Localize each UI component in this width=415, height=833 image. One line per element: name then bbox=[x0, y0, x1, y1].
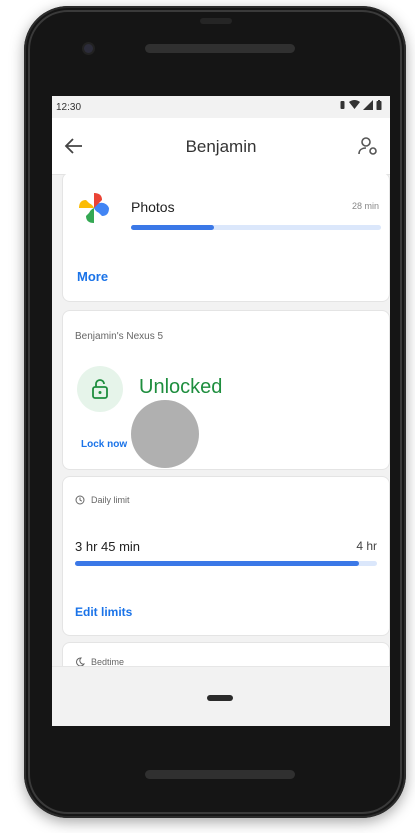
device-screen: 12:30 Benjamin Photos 28 min More Benjam… bbox=[52, 96, 390, 726]
clock-icon bbox=[75, 495, 85, 505]
manage-account-icon[interactable] bbox=[356, 134, 380, 158]
photos-app-icon bbox=[79, 193, 109, 223]
phone-top-notch bbox=[200, 18, 232, 24]
device-card: Benjamin's Nexus 5 Unlocked Lock now bbox=[62, 310, 390, 470]
vibrate-icon bbox=[340, 101, 345, 109]
lock-status-badge bbox=[77, 366, 123, 412]
app-usage-bar bbox=[131, 225, 381, 230]
wifi-icon bbox=[349, 100, 360, 109]
time-used: 3 hr 45 min bbox=[75, 539, 141, 554]
daily-limit-label: Daily limit bbox=[91, 495, 130, 505]
signal-icon bbox=[363, 100, 373, 110]
scroll-content[interactable]: Photos 28 min More Benjamin's Nexus 5 Un… bbox=[52, 174, 390, 666]
navigation-bar bbox=[52, 666, 390, 726]
moon-icon bbox=[76, 657, 85, 666]
status-icons bbox=[339, 100, 382, 110]
front-camera bbox=[84, 44, 93, 53]
bottom-speaker bbox=[145, 770, 295, 779]
app-time-used: 28 min bbox=[351, 201, 379, 211]
status-bar: 12:30 bbox=[52, 96, 390, 118]
earpiece-speaker bbox=[145, 44, 295, 53]
bedtime-label: Bedtime bbox=[91, 657, 125, 666]
lock-status-text: Unlocked bbox=[139, 376, 223, 398]
status-time: 12:30 bbox=[56, 102, 82, 113]
page-title: Benjamin bbox=[185, 137, 257, 156]
battery-icon bbox=[376, 100, 382, 110]
app-usage-card: Photos 28 min More bbox=[62, 174, 390, 302]
device-name: Benjamin's Nexus 5 bbox=[75, 331, 164, 342]
app-bar: Benjamin bbox=[52, 118, 390, 175]
edit-limits-link[interactable]: Edit limits bbox=[75, 605, 132, 619]
bedtime-heading: Bedtime bbox=[75, 657, 124, 666]
daily-limit-card: Daily limit 3 hr 45 min 4 hr Edit limits bbox=[62, 476, 390, 636]
more-link[interactable]: More bbox=[77, 269, 108, 284]
daily-limit-bar-fill bbox=[75, 561, 359, 566]
touch-indicator bbox=[131, 400, 199, 468]
lock-now-link[interactable]: Lock now bbox=[81, 439, 127, 450]
daily-limit-bar bbox=[75, 561, 377, 566]
daily-limit-heading: Daily limit bbox=[75, 495, 130, 505]
bedtime-card[interactable]: Bedtime bbox=[62, 642, 390, 666]
app-name: Photos bbox=[131, 199, 175, 215]
unlock-icon bbox=[92, 379, 108, 399]
app-usage-bar-fill bbox=[131, 225, 214, 230]
time-limit: 4 hr bbox=[356, 539, 377, 553]
home-gesture-pill[interactable] bbox=[207, 695, 233, 701]
